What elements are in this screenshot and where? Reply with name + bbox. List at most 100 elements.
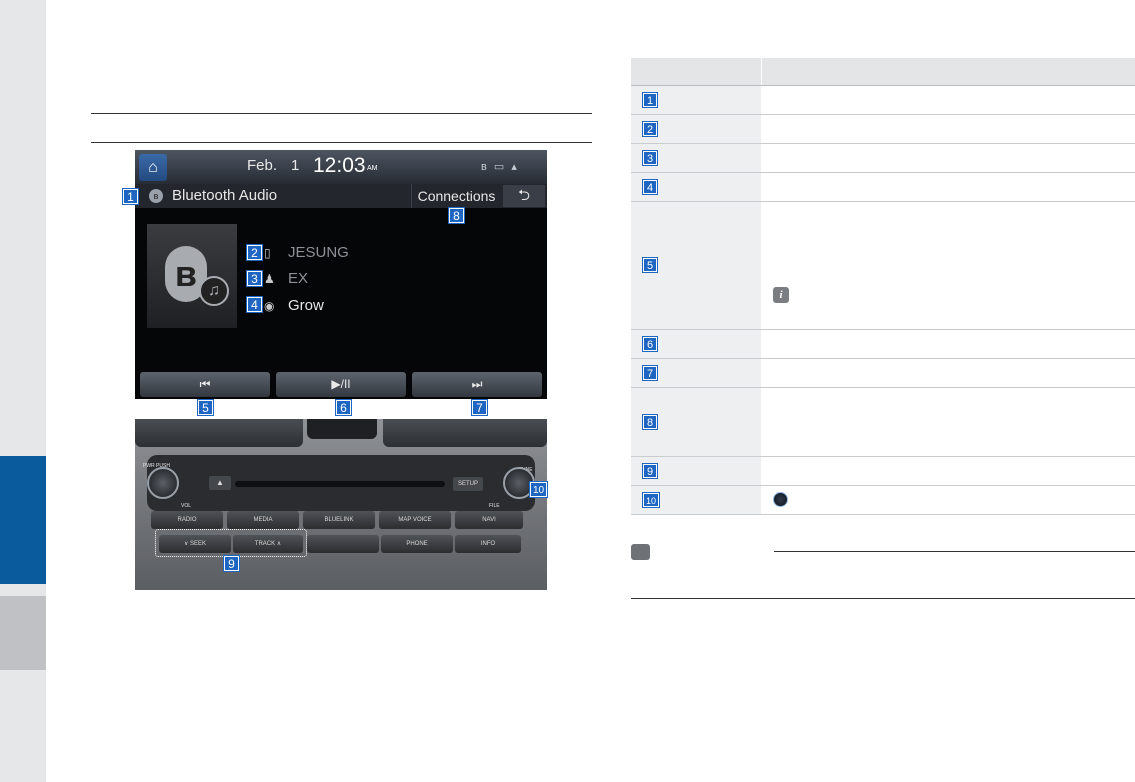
table-row: 1 — [631, 85, 1135, 115]
row-badge: 7 — [642, 364, 658, 381]
table-cell-description — [761, 456, 1135, 486]
console-button-navi[interactable]: NAVI — [455, 511, 523, 529]
bluetooth-audio-icon: ʙ — [149, 189, 163, 203]
console-button-radio[interactable]: RADIO — [151, 511, 223, 529]
table-cell-description — [761, 172, 1135, 202]
title-bar: ʙ Bluetooth Audio Connections ⮌ — [135, 184, 547, 208]
table-cell-number: 4 — [631, 172, 761, 202]
row-badge: 6 — [642, 335, 658, 352]
row-badge: 5 — [642, 257, 658, 273]
callout-badge-5: 5 — [197, 399, 214, 416]
bluetooth-status-icon: ʙ — [481, 161, 489, 173]
table-cell-description — [761, 329, 1135, 359]
console-button-info[interactable]: INFO — [455, 535, 521, 553]
row-badge: 4 — [642, 178, 658, 195]
cd-slot — [235, 481, 445, 487]
console-button-phone[interactable]: PHONE — [381, 535, 453, 553]
callout-badge-4: 4 — [246, 296, 263, 313]
callout-badge-6: 6 — [335, 399, 352, 416]
table-row: 3 — [631, 143, 1135, 173]
home-button[interactable]: ⌂ — [139, 154, 167, 181]
table-cell-description — [761, 143, 1135, 173]
date-day: 1 — [291, 157, 300, 174]
battery-icon: ▭ — [493, 161, 507, 173]
manual-page: ⌂ Feb. 1 12:03 AM ʙ ▭ ▴ ʙ Bluetooth Audi… — [0, 0, 1135, 782]
table-cell-number: 2 — [631, 114, 761, 144]
header-rule-top — [91, 113, 592, 114]
play-pause-button[interactable]: ▶/II — [276, 372, 406, 397]
table-cell-description — [761, 387, 1135, 457]
play-pause-icon: ▶/II — [331, 377, 351, 391]
eject-button[interactable]: ▲ — [209, 476, 231, 490]
row-badge: 2 — [642, 120, 658, 137]
signal-icon: ▴ — [511, 161, 519, 173]
row-badge: 9 — [642, 462, 658, 479]
callout-badge-9: 9 — [223, 555, 240, 572]
side-tab-active[interactable] — [0, 456, 46, 584]
artist-name: EX — [288, 270, 309, 287]
console-button-map-voice[interactable]: MAP VOICE — [379, 511, 451, 529]
table-cell-number: 8 — [631, 387, 761, 457]
album-icon: ◉ — [264, 299, 275, 313]
table-row: 2 — [631, 114, 1135, 144]
artist-icon: ♟ — [264, 272, 275, 286]
table-row: 9 — [631, 456, 1135, 486]
table-cell-number: 10 — [631, 485, 761, 515]
volume-label: VOL — [181, 503, 192, 509]
table-cell-description: i — [761, 201, 1135, 330]
connections-button[interactable]: Connections — [411, 184, 501, 208]
table-row: 5 i — [631, 201, 1135, 330]
header-rule-bottom — [91, 142, 592, 143]
album-name: Grow — [288, 297, 324, 314]
table-row: 4 — [631, 172, 1135, 202]
air-vent-left — [135, 419, 303, 447]
console-photo: PWR PUSH VOL ▲ SETUP TUNE FILE RADIO MED… — [135, 419, 547, 590]
table-header-number — [631, 58, 762, 86]
file-label: FILE — [489, 503, 500, 509]
info-icon: i — [773, 286, 789, 303]
clock-time: 12:03 — [313, 154, 366, 177]
setup-button[interactable]: SETUP — [453, 477, 483, 491]
clock-ampm: AM — [367, 165, 378, 172]
callout-badge-10: 10 — [529, 481, 548, 498]
table-cell-number: 7 — [631, 358, 761, 388]
table-cell-number: 5 — [631, 201, 761, 330]
table-row: 7 — [631, 358, 1135, 388]
seek-track-highlight — [155, 529, 307, 557]
tune-knob-icon — [773, 492, 788, 508]
table-row: 8 — [631, 387, 1135, 457]
back-button[interactable]: ⮌ — [503, 185, 545, 207]
date-month: Feb. — [247, 157, 278, 174]
volume-knob[interactable] — [147, 467, 179, 499]
table-cell-number: 1 — [631, 85, 761, 115]
device-name: JESUNG — [288, 244, 349, 261]
table-row: 6 — [631, 329, 1135, 359]
callout-badge-7: 7 — [471, 399, 488, 416]
callout-badge-2: 2 — [246, 244, 263, 261]
note-rule-top — [774, 551, 1135, 552]
screen-title: Bluetooth Audio — [172, 187, 278, 204]
phone-icon: ▯ — [264, 246, 271, 260]
row-badge: 10 — [642, 491, 660, 508]
back-arrow-icon: ⮌ — [517, 187, 530, 204]
next-icon: ⏭ — [471, 377, 483, 391]
next-button[interactable]: ⏭ — [412, 372, 542, 397]
status-bar: ⌂ Feb. 1 12:03 AM ʙ ▭ ▴ — [135, 150, 547, 184]
table-cell-number: 3 — [631, 143, 761, 173]
air-vent-center — [307, 419, 377, 439]
console-button-blank[interactable] — [307, 535, 379, 553]
console-button-bluelink[interactable]: BLUELINK — [303, 511, 375, 529]
side-tab-next[interactable] — [0, 596, 46, 670]
note-icon — [631, 544, 650, 560]
previous-button[interactable]: ⏮ — [140, 372, 270, 397]
table-header-description — [761, 58, 1135, 86]
note-rule-bottom — [631, 598, 1135, 599]
table-cell-description — [761, 485, 1135, 515]
callout-badge-1: 1 — [122, 188, 139, 205]
air-vent-right — [383, 419, 547, 447]
album-art: ʙ ♫ — [147, 224, 237, 328]
console-button-media[interactable]: MEDIA — [227, 511, 299, 529]
table-header-row — [631, 58, 1135, 86]
music-note-icon: ♫ — [199, 276, 229, 306]
row-badge: 3 — [642, 149, 658, 166]
